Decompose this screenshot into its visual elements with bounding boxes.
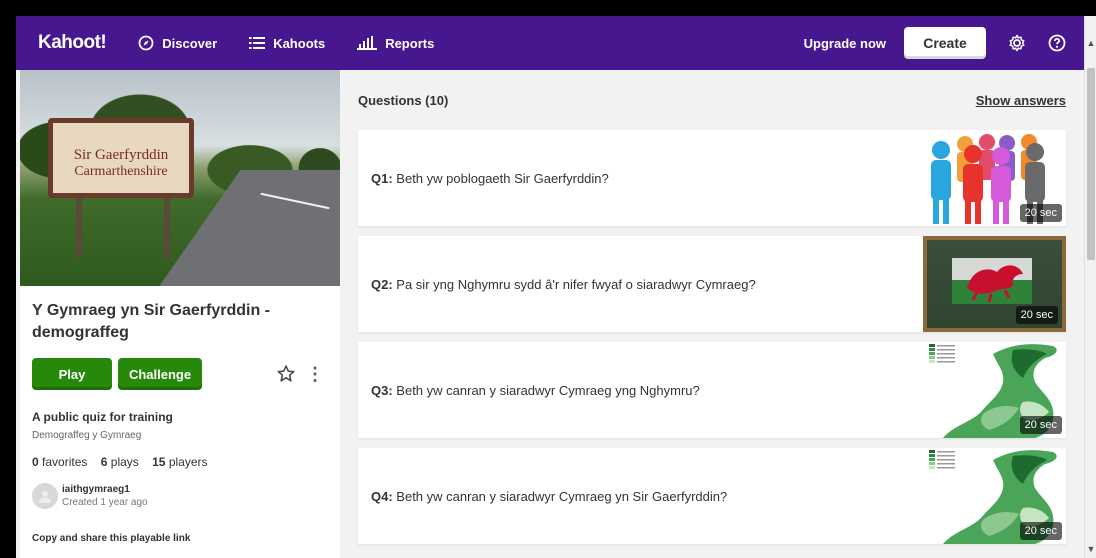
help-icon [1048,34,1066,52]
question-label: Beth yw canran y siaradwyr Cymraeg yn Si… [396,488,728,504]
cover-image: Sir Gaerfyrddin Carmarthenshire [20,70,340,286]
question-label: Pa sir yng Nghymru sydd â'r nifer fwyaf … [396,276,756,292]
scroll-up-icon[interactable]: ▲ [1085,36,1096,50]
settings-button[interactable] [1008,34,1026,52]
help-button[interactable] [1048,34,1066,52]
wales-map-icon: 20 sec [923,342,1066,438]
time-limit-badge: 20 sec [1015,306,1058,324]
bar-chart-icon [357,36,378,50]
road-sign: Sir Gaerfyrddin Carmarthenshire [48,118,194,198]
kahoot-stats: 0 favorites 6 plays 15 players [32,455,328,469]
question-label: Beth yw poblogaeth Sir Gaerfyrddin? [396,170,609,186]
kahoot-title: Y Gymraeg yn Sir Gaerfyrddin - demograff… [32,302,271,341]
question-number: Q4: [371,488,393,504]
question-text: Q3: Beth yw canran y siaradwyr Cymraeg y… [358,383,923,398]
star-icon [277,365,295,382]
question-label: Beth yw canran y siaradwyr Cymraeg yng N… [396,382,700,398]
created-date: Created 1 year ago [62,497,148,508]
sign-line-2: Carmarthenshire [74,163,168,179]
top-navigation: Kahoot! Discover Kahoots Reports Upgrade… [16,16,1084,70]
questions-header: Questions (10) Show answers [358,70,1066,130]
gear-icon [1009,34,1025,52]
people-icon: 20 sec [923,130,1066,226]
upgrade-now-link[interactable]: Upgrade now [804,36,886,51]
players-count: 15 [152,455,166,469]
time-limit-badge: 20 sec [1019,204,1062,222]
question-number: Q1: [371,170,393,186]
description-subtitle: Demograffeg y Gymraeg [32,430,142,441]
kahoot-actions: Play Challenge ⋮ [32,358,328,390]
wales-map-icon: 20 sec [923,448,1066,544]
question-text: Q1: Beth yw poblogaeth Sir Gaerfyrddin? [358,171,923,186]
players-label: players [168,455,208,469]
question-card[interactable]: Q1: Beth yw poblogaeth Sir Gaerfyrddin? [358,130,1066,226]
compass-icon [138,35,154,51]
favorite-button[interactable] [276,364,296,384]
favorites-count: 0 [32,455,39,469]
nav-reports-label: Reports [385,35,435,51]
description-title: A public quiz for training [32,410,173,424]
show-answers-button[interactable]: Show answers [976,93,1066,108]
kahoot-details-panel: Sir Gaerfyrddin Carmarthenshire Y Gymrae… [20,70,340,558]
question-number: Q3: [371,382,393,398]
time-limit-badge: 20 sec [1019,416,1062,434]
user-avatar-icon [39,491,51,503]
plays-label: plays [110,455,139,469]
nav-discover-label: Discover [162,35,218,51]
nav-kahoots[interactable]: Kahoots [249,36,325,51]
avatar [32,483,58,509]
challenge-button[interactable]: Challenge [118,358,202,390]
question-card[interactable]: Q3: Beth yw canran y siaradwyr Cymraeg y… [358,342,1066,438]
play-button[interactable]: Play [32,358,112,390]
list-icon [249,37,266,49]
app-window: Kahoot! Discover Kahoots Reports Upgrade… [16,16,1096,558]
sign-line-1: Sir Gaerfyrddin [73,146,169,163]
question-card[interactable]: Q2: Pa sir yng Nghymru sydd â'r nifer fw… [358,236,1066,332]
questions-count: Questions (10) [358,92,449,108]
scrollbar-thumb[interactable] [1087,68,1095,260]
question-card[interactable]: Q4: Beth yw canran y siaradwyr Cymraeg y… [358,448,1066,544]
nav-discover[interactable]: Discover [138,35,217,51]
creator-info[interactable]: iaithgymraeg1 Created 1 year ago [32,483,328,509]
more-options-icon[interactable]: ⋮ [306,364,324,385]
creator-name[interactable]: iaithgymraeg1 [62,484,148,495]
time-limit-badge: 20 sec [1019,522,1062,540]
create-button[interactable]: Create [904,27,986,59]
plays-count: 6 [100,455,108,469]
welsh-flag-icon: 20 sec [923,236,1066,332]
scroll-down-icon[interactable]: ▼ [1085,542,1096,556]
nav-kahoots-label: Kahoots [273,35,326,51]
share-link-label: Copy and share this playable link [32,533,191,544]
vertical-scrollbar[interactable]: ▲ ▼ [1084,16,1096,558]
question-number: Q2: [371,276,393,292]
question-text: Q4: Beth yw canran y siaradwyr Cymraeg y… [358,489,923,504]
favorites-label: favorites [42,455,88,469]
question-text: Q2: Pa sir yng Nghymru sydd â'r nifer fw… [358,277,923,292]
questions-panel: Questions (10) Show answers Q1: Beth yw … [358,70,1066,558]
kahoot-logo[interactable]: Kahoot! [38,32,107,54]
nav-reports[interactable]: Reports [357,36,434,51]
